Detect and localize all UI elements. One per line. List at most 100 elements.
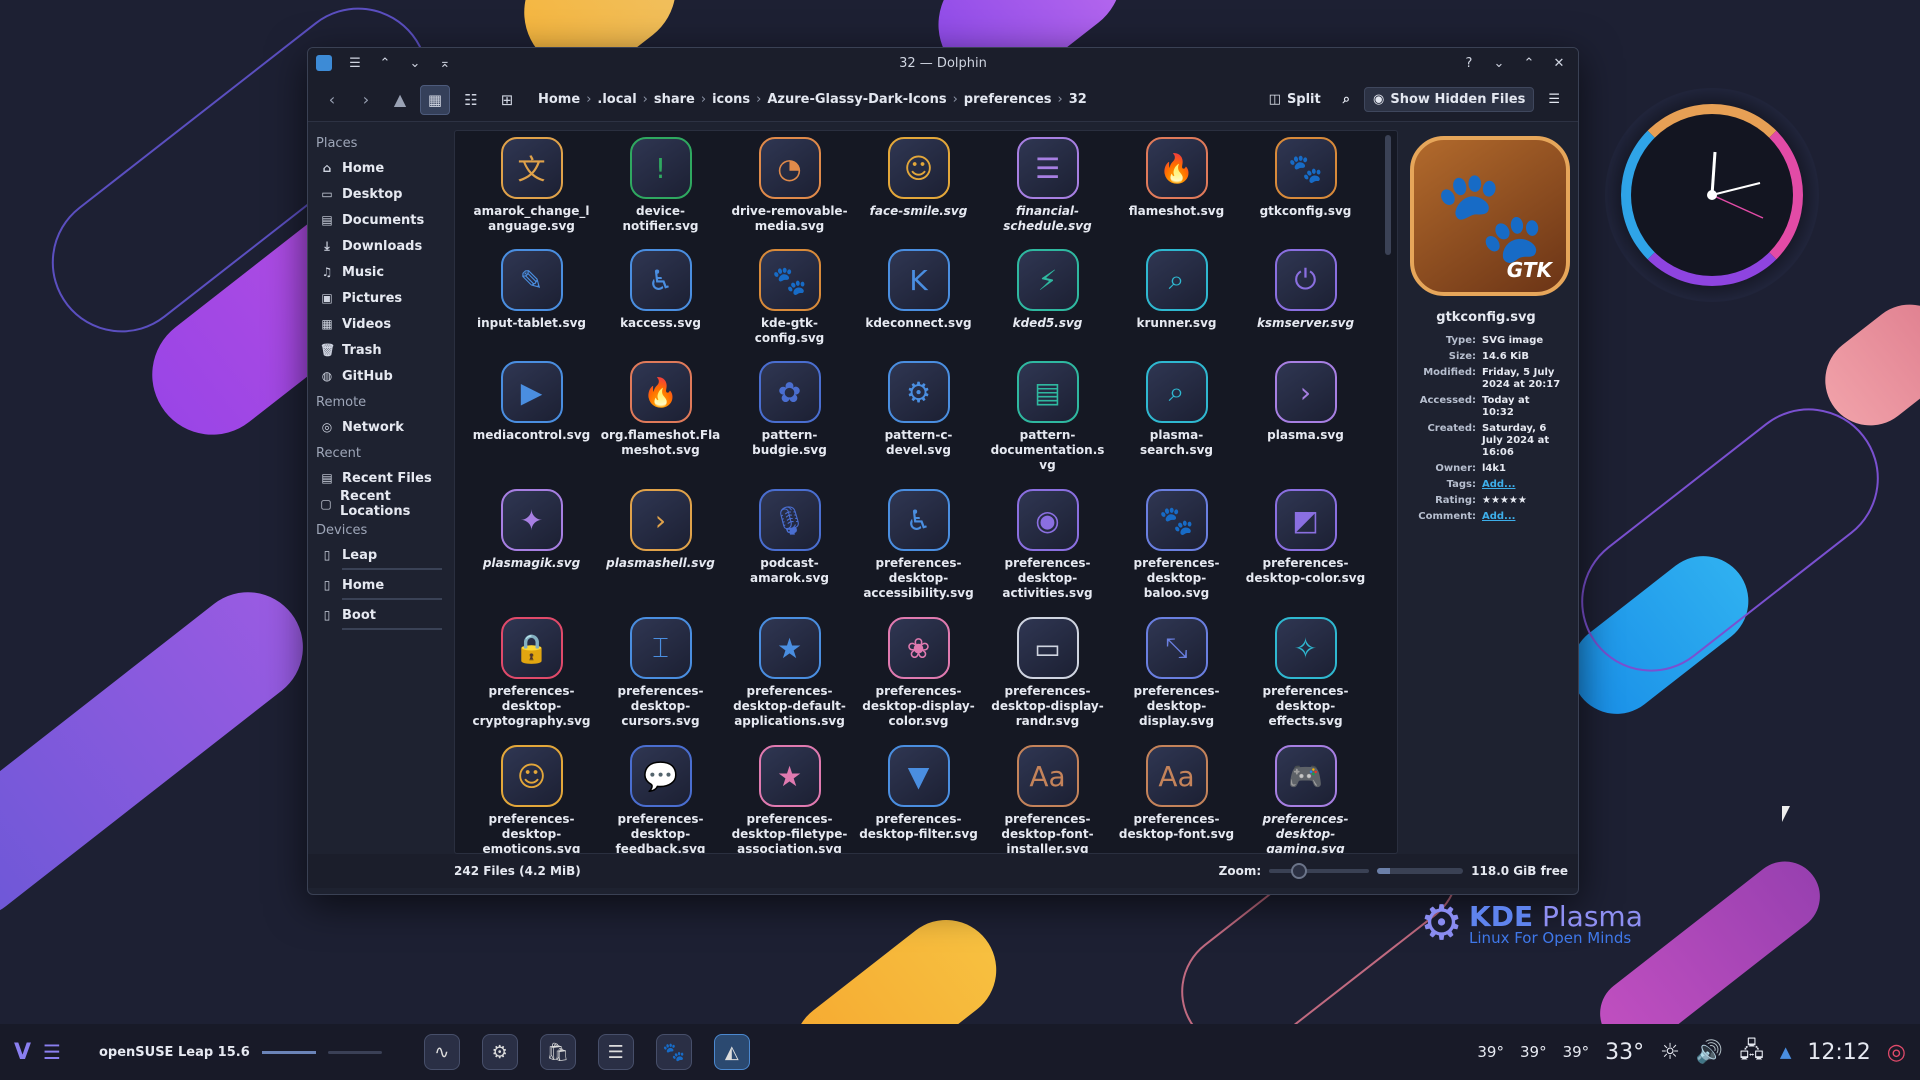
file-item[interactable]: 🐾 kde-gtk-config.svg: [725, 249, 854, 361]
info-add-link[interactable]: Add...: [1482, 479, 1562, 491]
file-item[interactable]: Aa preferences-desktop-font-installer.svg: [983, 745, 1112, 853]
dolphin-app-icon[interactable]: [316, 55, 332, 71]
back-button[interactable]: ‹: [318, 86, 346, 114]
maximize-icon[interactable]: ⌃: [1522, 56, 1536, 71]
network-icon[interactable]: 🖧: [1739, 1033, 1764, 1071]
up-button[interactable]: ▲: [386, 86, 414, 114]
file-item[interactable]: ▭ preferences-desktop-display-randr.svg: [983, 617, 1112, 745]
file-item[interactable]: › plasmashell.svg: [596, 489, 725, 617]
keep-above-icon[interactable]: ⌃: [378, 56, 392, 71]
info-add-link[interactable]: Add...: [1482, 511, 1562, 523]
sidebar-item-network[interactable]: ◎ Network: [316, 414, 448, 440]
sidebar-item-downloads[interactable]: ⤓ Downloads: [316, 233, 448, 259]
breadcrumb-item[interactable]: Home: [538, 92, 580, 107]
activity-slider-1[interactable]: [261, 1050, 316, 1054]
split-button[interactable]: ◫ Split: [1261, 88, 1329, 111]
sidebar-item-github[interactable]: ◍ GitHub: [316, 363, 448, 389]
volume-icon[interactable]: 🔊: [1696, 1040, 1723, 1065]
task-button[interactable]: 🐾: [655, 1034, 692, 1070]
task-button[interactable]: ⚙: [481, 1034, 518, 1070]
file-item[interactable]: ✦ plasmagik.svg: [467, 489, 596, 617]
file-item[interactable]: 🎙 podcast-amarok.svg: [725, 489, 854, 617]
shade-icon[interactable]: ⌅: [438, 56, 452, 71]
file-item[interactable]: ▶ mediacontrol.svg: [467, 361, 596, 489]
pager-icon[interactable]: ☰: [43, 1040, 61, 1064]
file-item[interactable]: ★ preferences-desktop-filetype-associatio…: [725, 745, 854, 853]
file-item[interactable]: 🔥 flameshot.svg: [1112, 137, 1241, 249]
forward-button[interactable]: ›: [352, 86, 380, 114]
file-item[interactable]: 🔒 preferences-desktop-cryptography.svg: [467, 617, 596, 745]
sidebar-item-trash[interactable]: 🗑 Trash: [316, 337, 448, 363]
sidebar-item-recent-files[interactable]: ▤ Recent Files: [316, 465, 448, 491]
breadcrumb-item[interactable]: .local: [597, 92, 636, 107]
file-item[interactable]: ✎ input-tablet.svg: [467, 249, 596, 361]
taskbar-clock[interactable]: 12:12: [1807, 1040, 1870, 1065]
file-item[interactable]: 🔥 org.flameshot.Flameshot.svg: [596, 361, 725, 489]
file-item[interactable]: ❀ preferences-desktop-display-color.svg: [854, 617, 983, 745]
file-item[interactable]: ♿ kaccess.svg: [596, 249, 725, 361]
sidebar-item-home[interactable]: ▯ Home: [316, 572, 448, 598]
file-item[interactable]: ⚡ kded5.svg: [983, 249, 1112, 361]
file-item[interactable]: ⏻ ksmserver.svg: [1241, 249, 1370, 361]
file-item[interactable]: ▤ pattern-documentation.svg: [983, 361, 1112, 489]
file-item[interactable]: ◉ preferences-desktop-activities.svg: [983, 489, 1112, 617]
keep-below-icon[interactable]: ⌄: [408, 56, 422, 71]
file-item[interactable]: ⤡ preferences-desktop-display.svg: [1112, 617, 1241, 745]
file-item[interactable]: ⚙ pattern-c-devel.svg: [854, 361, 983, 489]
file-item[interactable]: ⌶ preferences-desktop-cursors.svg: [596, 617, 725, 745]
zoom-slider-handle[interactable]: [1291, 863, 1308, 879]
file-item[interactable]: ◩ preferences-desktop-color.svg: [1241, 489, 1370, 617]
file-item[interactable]: ✧ preferences-desktop-effects.svg: [1241, 617, 1370, 745]
sidebar-item-pictures[interactable]: ▣ Pictures: [316, 285, 448, 311]
sidebar-item-videos[interactable]: ▦ Videos: [316, 311, 448, 337]
file-item[interactable]: ◔ drive-removable-media.svg: [725, 137, 854, 249]
sidebar-item-music[interactable]: ♫ Music: [316, 259, 448, 285]
icons-view-button[interactable]: ▦: [420, 84, 450, 115]
file-item[interactable]: 文 amarok_change_language.svg: [467, 137, 596, 249]
tray-expand-icon[interactable]: ▲: [1780, 1043, 1792, 1061]
file-item[interactable]: Kkdeconnect.svg: [854, 249, 983, 361]
hamburger-menu-button[interactable]: ☰: [1540, 88, 1568, 111]
vertical-scrollbar[interactable]: [1385, 135, 1391, 255]
file-item[interactable]: ⌕ plasma-search.svg: [1112, 361, 1241, 489]
file-item[interactable]: ☺ preferences-desktop-emoticons.svg: [467, 745, 596, 853]
app-launcher-icon[interactable]: V: [14, 1040, 31, 1065]
file-item[interactable]: ★ preferences-desktop-default-application…: [725, 617, 854, 745]
compact-view-button[interactable]: ☷: [456, 85, 486, 115]
task-button[interactable]: 🛍: [539, 1034, 576, 1070]
analog-clock-widget[interactable]: [1605, 88, 1819, 302]
details-view-button[interactable]: ⊞: [492, 85, 522, 115]
sidebar-item-recent-locations[interactable]: ▢ Recent Locations: [316, 489, 448, 519]
weather-temp[interactable]: 33°: [1605, 1040, 1644, 1065]
file-item[interactable]: › plasma.svg: [1241, 361, 1370, 489]
file-item[interactable]: ☰ financial-schedule.svg: [983, 137, 1112, 249]
file-item[interactable]: ▼ preferences-desktop-filter.svg: [854, 745, 983, 853]
file-item[interactable]: 💬 preferences-desktop-feedback.svg: [596, 745, 725, 853]
file-item[interactable]: 🐾 gtkconfig.svg: [1241, 137, 1370, 249]
weather-sun-icon[interactable]: ☼: [1660, 1040, 1680, 1065]
show-hidden-files-button[interactable]: ◉ Show Hidden Files: [1364, 87, 1535, 112]
sidebar-item-home[interactable]: ⌂ Home: [316, 155, 448, 181]
breadcrumb-item[interactable]: Azure-Glassy-Dark-Icons: [767, 92, 946, 107]
task-button[interactable]: ☰: [597, 1034, 634, 1070]
file-item[interactable]: Aa preferences-desktop-font.svg: [1112, 745, 1241, 853]
sidebar-item-documents[interactable]: ▤ Documents: [316, 207, 448, 233]
notifications-icon[interactable]: ◎: [1887, 1040, 1906, 1065]
file-item[interactable]: ✿ pattern-budgie.svg: [725, 361, 854, 489]
file-item[interactable]: 🐾 preferences-desktop-baloo.svg: [1112, 489, 1241, 617]
file-item[interactable]: ! device-notifier.svg: [596, 137, 725, 249]
help-icon[interactable]: ?: [1462, 56, 1476, 71]
minimize-icon[interactable]: ⌄: [1492, 56, 1506, 71]
close-icon[interactable]: ✕: [1552, 56, 1566, 71]
task-button[interactable]: ∿: [423, 1034, 460, 1070]
file-item[interactable]: ☺ face-smile.svg: [854, 137, 983, 249]
breadcrumb-item[interactable]: preferences: [964, 92, 1052, 107]
breadcrumb-item[interactable]: 32: [1069, 92, 1087, 107]
file-item[interactable]: 🎮 preferences-desktop-gaming.svg: [1241, 745, 1370, 853]
sidebar-item-boot[interactable]: ▯ Boot: [316, 602, 448, 628]
menu-icon[interactable]: ☰: [348, 56, 362, 71]
sidebar-item-leap[interactable]: ▯ Leap: [316, 542, 448, 568]
file-view[interactable]: 文 amarok_change_language.svg! device-notif…: [454, 130, 1398, 854]
file-item[interactable]: ⌕ krunner.svg: [1112, 249, 1241, 361]
search-button[interactable]: ⌕: [1335, 88, 1358, 111]
